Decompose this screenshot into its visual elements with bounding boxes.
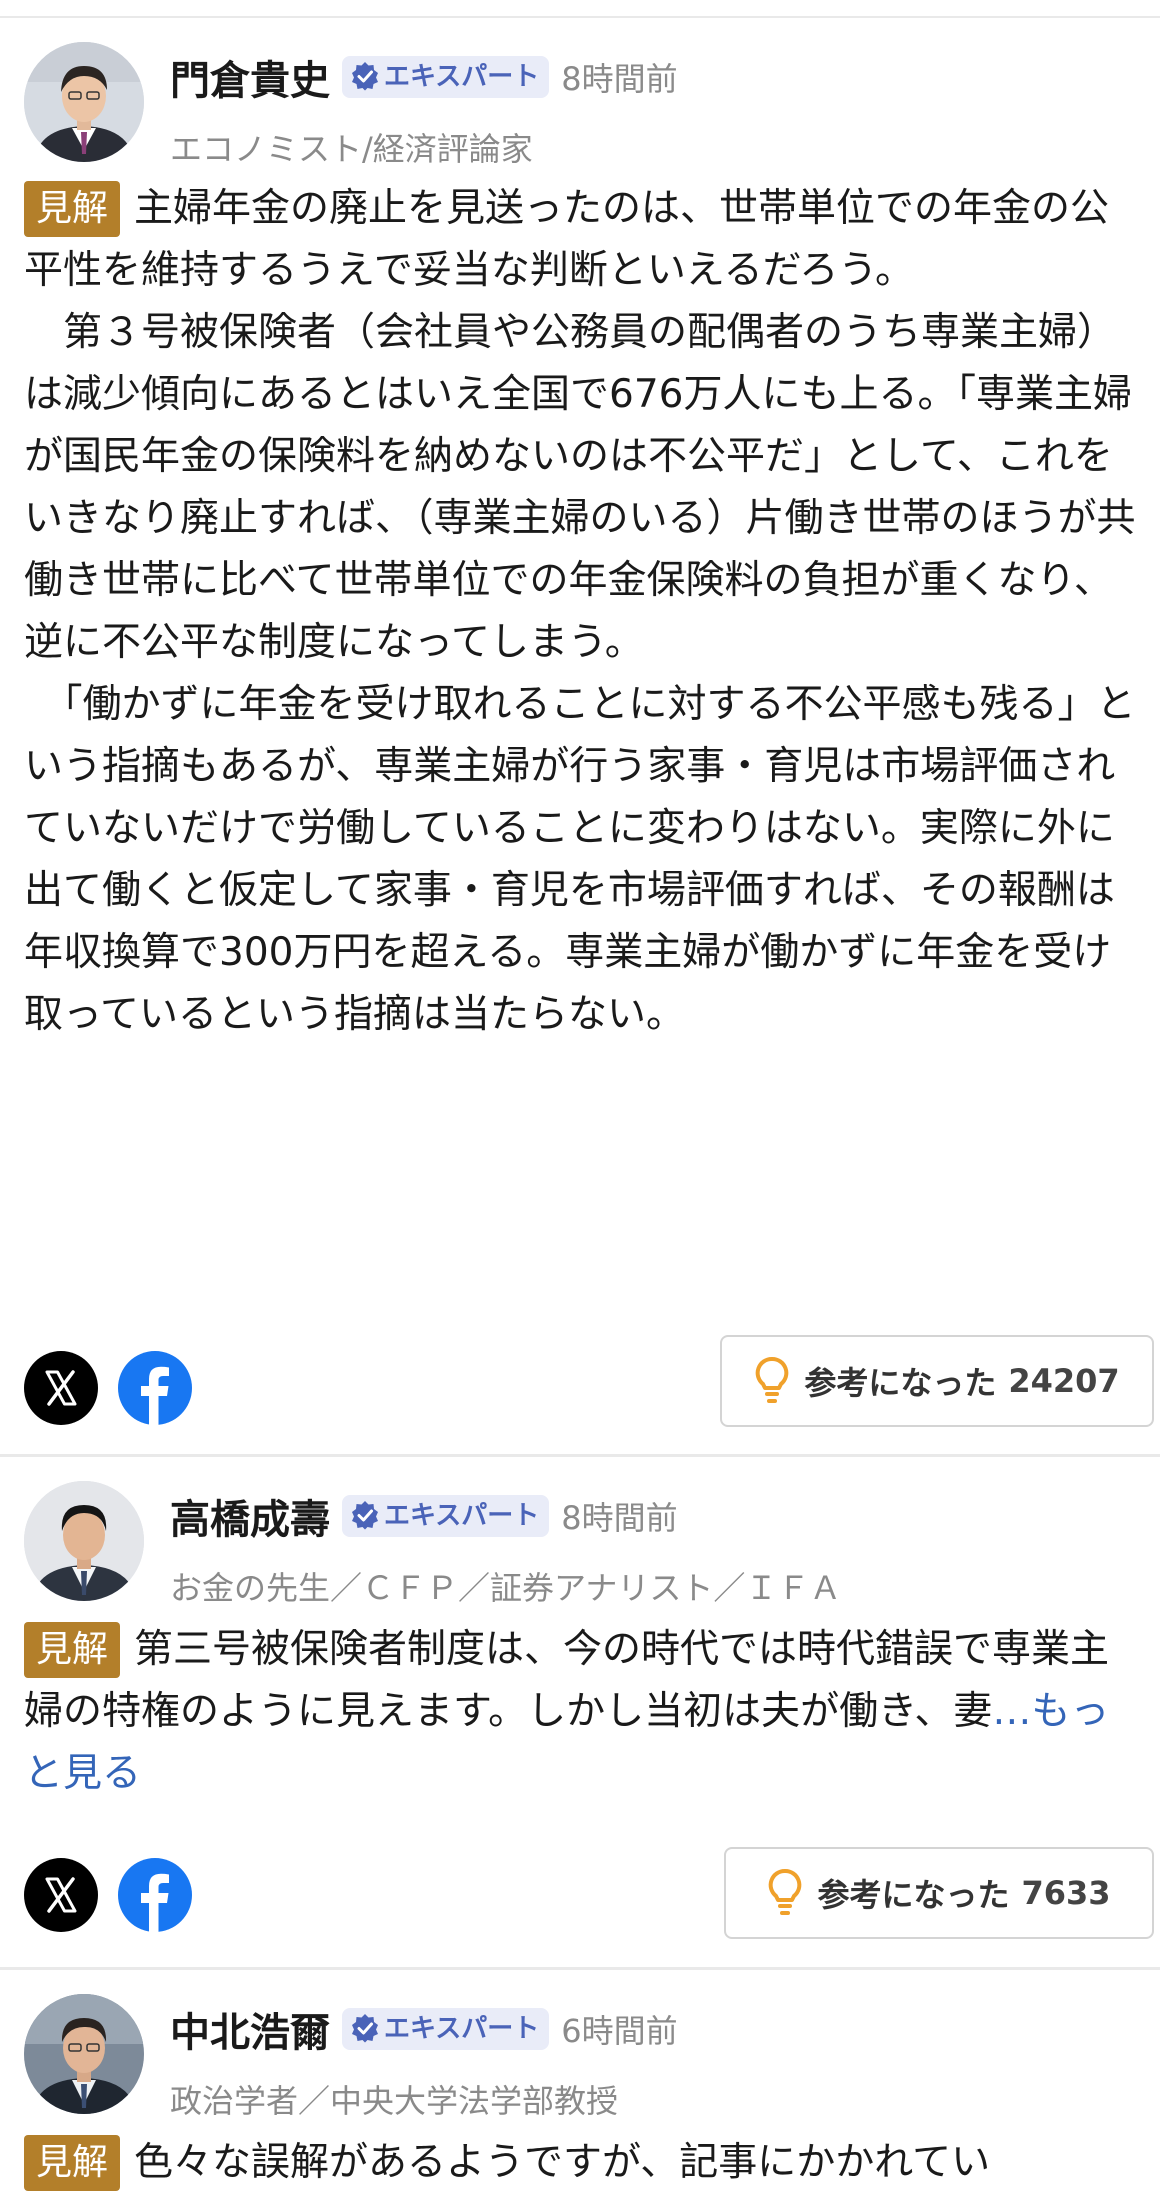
lightbulb-icon xyxy=(769,1868,802,1915)
share-facebook-button[interactable] xyxy=(118,1351,192,1425)
comment-text: 色々な誤解があるようですが、記事にかかれてい xyxy=(134,2140,991,2185)
x-icon xyxy=(24,1351,98,1425)
name-row: 門倉貴史 エキスパート 8時間前 xyxy=(170,48,678,104)
comment-body: 見解 色々な誤解があるようですが、記事にかかれてい xyxy=(24,2132,1136,2194)
verified-icon xyxy=(352,61,378,90)
badge-label: エキスパート xyxy=(384,2014,540,2044)
comment-body: 見解 第三号被保険者制度は、今の時代では時代錯誤で専業主婦の特権のように見えます。… xyxy=(24,1619,1136,1805)
post-time: 8時間前 xyxy=(561,60,678,98)
share-x-button[interactable] xyxy=(24,1351,98,1425)
helpful-label: 参考になった xyxy=(817,1876,1010,1914)
comment-body: 見解 主婦年金の廃止を見送ったのは、世帯単位での年金の公平性を維持するうえで妥当な… xyxy=(24,178,1136,1046)
badge-label: エキスパート xyxy=(384,62,540,92)
author-role: 政治学者／中央大学法学部教授 xyxy=(170,2082,619,2120)
avatar[interactable] xyxy=(24,42,144,162)
post-time: 6時間前 xyxy=(561,2012,678,2050)
post-time: 8時間前 xyxy=(561,1499,678,1537)
helpful-count: 24207 xyxy=(1008,1362,1120,1400)
helpful-label: 参考になった xyxy=(804,1364,997,1402)
avatar[interactable] xyxy=(24,1994,144,2114)
name-row: 中北浩爾 エキスパート 6時間前 xyxy=(170,2000,678,2056)
expert-badge: エキスパート xyxy=(342,2008,550,2050)
expert-comment: 門倉貴史 エキスパート 8時間前 エコノミスト/経済評論家 見解 主婦年金の廃止を見送… xyxy=(0,18,1160,1455)
author-name[interactable]: 門倉貴史 xyxy=(170,58,330,104)
opinion-tag: 見解 xyxy=(24,2135,121,2191)
share-facebook-button[interactable] xyxy=(118,1858,192,1932)
comment-header: 中北浩爾 エキスパート 6時間前 政治学者／中央大学法学部教授 xyxy=(24,1992,1136,2122)
facebook-icon xyxy=(118,1858,192,1932)
x-icon xyxy=(24,1858,98,1932)
lightbulb-icon xyxy=(756,1356,789,1403)
author-role: お金の先生／ＣＦＰ／証券アナリスト／ＩＦＡ xyxy=(170,1569,842,1607)
helpful-button[interactable]: 参考になった 7633 xyxy=(724,1847,1154,1939)
expert-badge: エキスパート xyxy=(342,56,550,98)
verified-icon xyxy=(352,2013,378,2042)
comment-text: 主婦年金の廃止を見送ったのは、世帯単位での年金の公平性を維持するうえで妥当な判断… xyxy=(24,186,1136,1037)
author-name[interactable]: 高橋成壽 xyxy=(170,1497,330,1543)
opinion-tag: 見解 xyxy=(24,1622,121,1678)
avatar[interactable] xyxy=(24,1481,144,1601)
expert-comment: 高橋成壽 エキスパート 8時間前 お金の先生／ＣＦＰ／証券アナリスト／ＩＦＡ 見解第… xyxy=(0,1457,1160,1967)
helpful-count: 7633 xyxy=(1021,1874,1111,1912)
author-name[interactable]: 中北浩爾 xyxy=(170,2010,330,2056)
helpful-button[interactable]: 参考になった 24207 xyxy=(720,1335,1154,1427)
opinion-tag: 見解 xyxy=(24,181,121,237)
expert-comment: 中北浩爾 エキスパート 6時間前 政治学者／中央大学法学部教授 見解 色々な誤解がある… xyxy=(0,1970,1160,2207)
comment-header: 高橋成壽 エキスパート 8時間前 お金の先生／ＣＦＰ／証券アナリスト／ＩＦＡ xyxy=(24,1479,1136,1609)
comment-text: 第三号被保険者制度は、今の時代では時代錯誤で専業主婦の特権のように見えます。しか… xyxy=(24,1627,1110,1734)
share-x-button[interactable] xyxy=(24,1858,98,1932)
facebook-icon xyxy=(118,1351,192,1425)
verified-icon xyxy=(352,1500,378,1529)
comment-header: 門倉貴史 エキスパート 8時間前 エコノミスト/経済評論家 xyxy=(24,40,1136,170)
expert-badge: エキスパート xyxy=(342,1495,550,1537)
name-row: 高橋成壽 エキスパート 8時間前 xyxy=(170,1487,678,1543)
author-role: エコノミスト/経済評論家 xyxy=(170,130,533,168)
badge-label: エキスパート xyxy=(384,1501,540,1531)
